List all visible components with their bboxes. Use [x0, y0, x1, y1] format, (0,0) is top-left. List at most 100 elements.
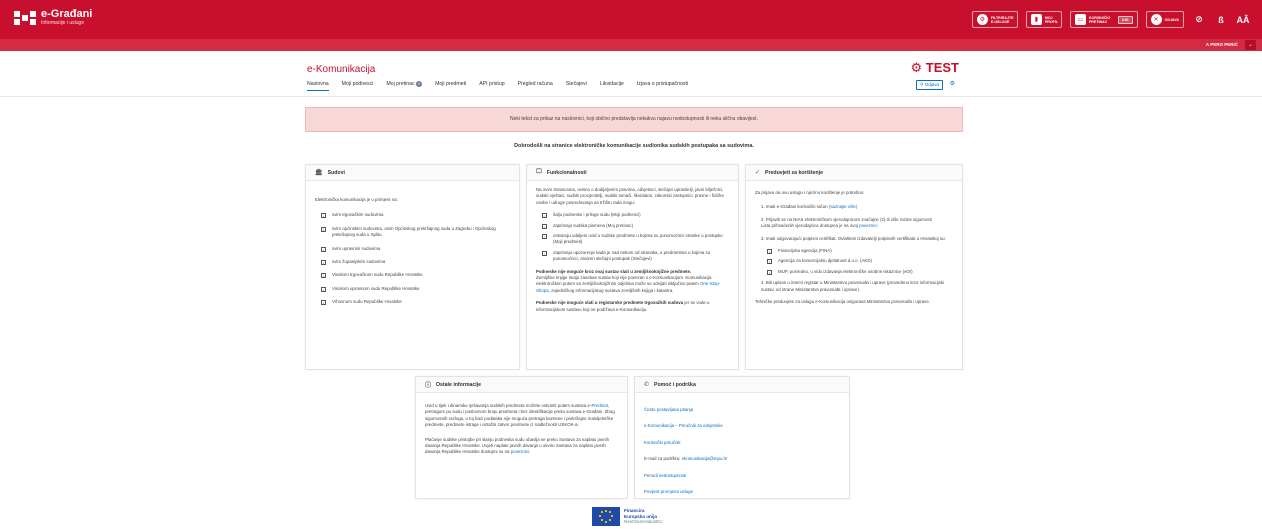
sudovi-item-text: svim županijskim sudovima [332, 259, 386, 265]
contrast-icon[interactable]: ⊘ [1192, 14, 1206, 25]
eu-funding-footer: Financira Europska unija NextGenerationE… [592, 507, 663, 526]
list-item: ▪ Agencija za komercijalnu djelatnost d.o… [767, 258, 953, 265]
font-size-icon[interactable]: AÂ [1236, 15, 1250, 25]
logout-button[interactable]: ⚲ Odjava [916, 80, 943, 90]
pretinac-count-badge: 0 [416, 81, 423, 87]
card-sudovi-body: Elektronička komunikacija je u primjeni … [306, 181, 519, 321]
info-icon: ⓘ [425, 383, 432, 389]
list-item: ▪ MUP, posredno, u vidu izdavanja elektro… [767, 269, 953, 275]
header-divider [0, 96, 1262, 97]
funkcionalnosti-item-text: šalju podneske i priloge sudu (Moji podn… [553, 212, 641, 218]
my-profile-button[interactable]: ▮ MOJ PROFIL [1025, 11, 1062, 28]
registry-note-bold: Podneske nije moguće slati u registarske… [536, 300, 684, 306]
tab-pregled-racuna[interactable]: Pregled računa [518, 81, 553, 91]
issuer-text: Financijska agencija (FINA) [778, 248, 832, 254]
announcement-alert: Neki tekst za prikaz na naslovnici, koji… [305, 107, 963, 132]
downtime-link[interactable]: Periodi nedostupnosti [644, 473, 840, 479]
tab-izjava-pristupacnosti[interactable]: Izjava o pristupačnosti [637, 81, 688, 91]
preduvjeti-step-1: 1. Imati e-Građani korisnički račun (saz… [761, 204, 953, 210]
faq-link[interactable]: Često postavljana pitanja [644, 407, 840, 413]
eu-flag-icon [592, 507, 620, 526]
tab-api-pristup[interactable]: API pristup [479, 81, 504, 91]
brand-mark-icon [14, 11, 36, 25]
card-funkcionalnosti-header: 🖵 Funkcionalnosti [527, 165, 738, 181]
tab-moj-pretinac[interactable]: Moj pretinac 0 [386, 81, 423, 91]
user-inbox-button[interactable]: ▭ KORISNIČKI PRETINAC 210 [1069, 11, 1138, 28]
registry-note: Podneske nije moguće slati u registarske… [536, 300, 729, 313]
logout-top-label: ODJAVA [1164, 17, 1179, 22]
payment-link[interactable]: poveznici [511, 449, 529, 454]
card-funkcionalnosti-title: Funkcionalnosti [546, 169, 587, 176]
support-email-link[interactable]: ekomunikacija@mpu.hr [682, 456, 728, 461]
monitor-icon: 🖵 [536, 169, 542, 175]
card-sudovi-header: 🏛 Sudovi [306, 165, 519, 181]
support-email-row: E-mail za podršku: ekomunikacija@mpu.hr [644, 456, 840, 462]
chevron-down-icon[interactable]: ⌄ [1245, 40, 1256, 50]
user-name: PERO PERIĆ [1210, 42, 1238, 47]
check-icon: ✓ [542, 223, 547, 229]
user-inbox-label: KORISNIČKI PRETINAC [1088, 15, 1111, 24]
card-ostale-body: Uvid u tijek i dinamiku rješavanja sudsk… [416, 393, 627, 470]
zk-note-pre: Zemljišne knjige imaju zaseban sustav ko… [536, 275, 712, 287]
logout-icon: ✕ [1150, 14, 1162, 25]
brand-logo-link[interactable]: e-Građani Informacije i usluge [14, 9, 92, 27]
list-item: ▪ svim upravnim sudovima [321, 246, 510, 252]
welcome-text: Dobrodošli na stranice elektroničke komu… [514, 143, 754, 149]
preduvjeti-footer: Tehničke preduvjete za uslugu e-Komunika… [755, 299, 930, 305]
card-funkcionalnosti-body: Na ovim stranicama, ovisno o dodijeljeni… [527, 181, 738, 327]
tab-moji-podnesci[interactable]: Moji podnesci [342, 81, 374, 91]
app-title: e-Komunikacija [307, 64, 376, 75]
sudovi-item-text: svim upravnim sudovima [332, 245, 381, 251]
learn-more-link[interactable]: (saznajte više) [829, 204, 857, 209]
ostale-paragraph-2: Plaćanje sudske pristojbe pri slanju pod… [425, 437, 618, 456]
top-tools: ⚙ FILTRIRAJTE E-USLUGE ▮ MOJ PROFIL ▭ KO… [971, 11, 1250, 28]
sudovi-item-text: Visokom trgovačkom sudu Republike Hrvats… [332, 272, 423, 278]
user-icon: A [1205, 42, 1209, 47]
preduvjeti-step-2: 2. Prijaviti se na NIAS elektroničkom vj… [761, 217, 953, 230]
user-menu[interactable]: A PERO PERIĆ [1206, 42, 1238, 47]
court-bullet-icon: ▪ [321, 213, 326, 219]
step-1-text: 1. Imati e-Građani korisnički račun [761, 204, 828, 210]
court-bullet-icon: ▪ [321, 286, 326, 292]
list-item: ▪ svim trgovačkim sudovima [321, 212, 510, 219]
e-predmet-link[interactable]: Predmet [591, 403, 608, 408]
zk-note: Podneske nije moguće kroz ovaj sustav sl… [536, 269, 729, 295]
court-bullet-icon: ▪ [321, 300, 326, 306]
test-badge: ⚙ TEST [910, 60, 959, 76]
preduvjeti-step-3: 3. Imati odgovarajući potpisni certifika… [761, 235, 946, 241]
tab-moji-predmeti[interactable]: Moji predmeti [435, 81, 466, 91]
settings-gear-icon[interactable]: ⚙ [950, 80, 955, 87]
language-icon[interactable]: ß [1214, 15, 1228, 25]
inbox-icon: ▭ [1074, 14, 1086, 25]
app-header: e-Komunikacija ⚙ TEST Naslovna Moji podn… [307, 60, 963, 92]
inbox-count-badge: 210 [1117, 15, 1133, 24]
card-ostale-title: Ostale informacije [436, 381, 481, 388]
checkmark-icon: ✓ [755, 170, 761, 176]
changelog-link[interactable]: Povijest promjena usluge [644, 489, 840, 495]
user-manual-link[interactable]: Korisnički priručnik [644, 440, 840, 446]
eu-funding-text: Financira Europska unija NextGenerationE… [624, 508, 663, 524]
filter-services-button[interactable]: ⚙ FILTRIRAJTE E-USLUGE [971, 11, 1018, 28]
logout-top-button[interactable]: ✕ ODJAVA [1145, 11, 1184, 28]
certificate-icon: ▪ [767, 259, 772, 265]
sudovi-item-text: Vrhovnom sudu Republike Hrvatske [332, 299, 402, 305]
tab-likvidacije[interactable]: Likvidacije [600, 81, 624, 91]
tab-moj-pretinac-label: Moj pretinac [386, 81, 415, 87]
ostale-p2-post: . [529, 449, 531, 455]
brand-title: e-Građani [41, 8, 93, 20]
funkcionalnosti-item-text: ostvaruju udaljeni uvid u sudske predmet… [553, 233, 723, 245]
tab-stecajevi[interactable]: Stečajevi [566, 81, 587, 91]
court-bullet-icon: ▪ [321, 246, 326, 252]
lawyer-manual-link[interactable]: e-Komunikacija – Priručnik za odvjetnike [644, 423, 840, 429]
court-bullet-icon: ▪ [321, 273, 326, 279]
tab-naslovna[interactable]: Naslovna [307, 81, 329, 91]
court-bullet-icon: ▪ [321, 260, 326, 266]
funkcionalnosti-intro: Na ovim stranicama, ovisno o dodijeljeni… [536, 187, 724, 205]
zk-note-bold: Podneske nije moguće kroz ovaj sustav sl… [536, 268, 692, 274]
card-preduvjeti-title: Preduvjeti za korištenje [765, 169, 823, 176]
credentials-link[interactable]: poveznici [859, 223, 877, 228]
list-item: ✓ zaprimaju upozorenje kada je nad nekom … [542, 250, 729, 263]
card-preduvjeti-header: ✓ Preduvjeti za korištenje [746, 165, 962, 181]
ostale-paragraph-1: Uvid u tijek i dinamiku rješavanja sudsk… [425, 403, 618, 429]
profile-icon: ▮ [1030, 14, 1042, 25]
